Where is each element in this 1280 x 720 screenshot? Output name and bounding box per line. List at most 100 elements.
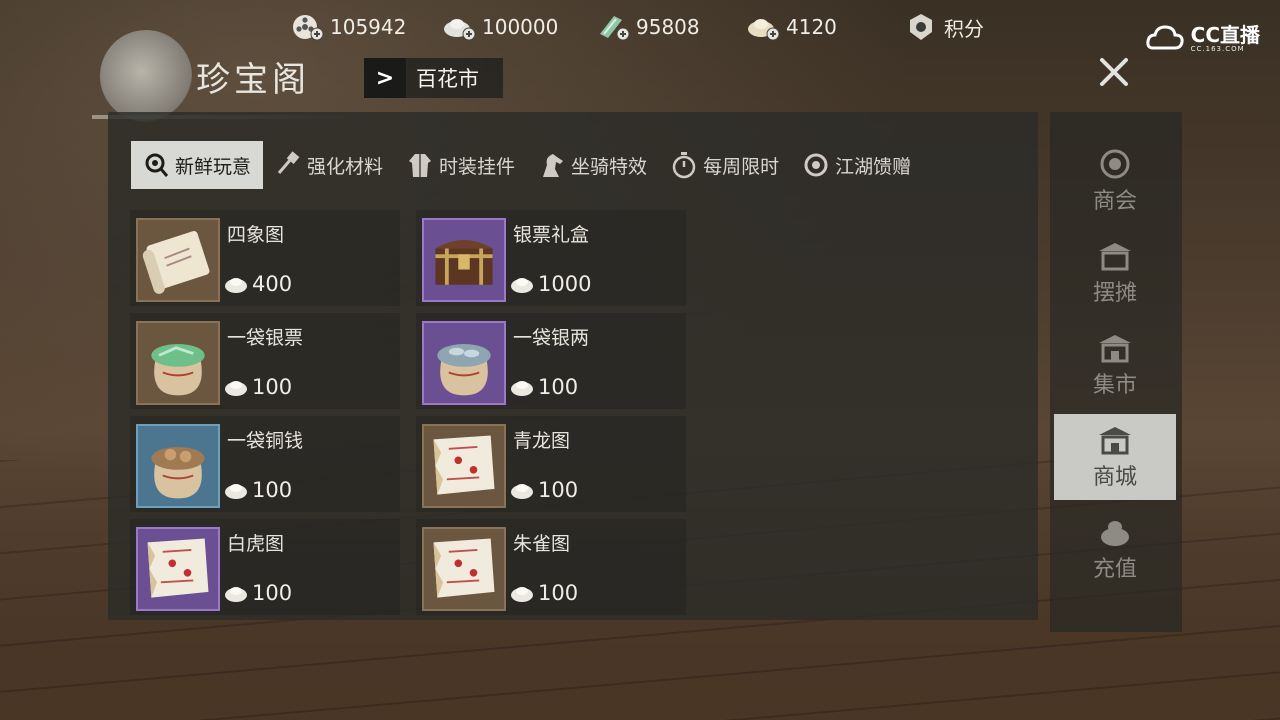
sidebar-item-label: 集市 — [1092, 373, 1137, 398]
silver-ingot-icon — [511, 278, 533, 293]
gold-ingot-icon — [748, 19, 780, 41]
tab-jianghu-gifts[interactable]: 江湖馈赠 — [791, 141, 923, 189]
points-label: 积分 — [944, 16, 984, 41]
silver-ingot-icon — [225, 484, 247, 499]
jade-icon — [600, 16, 630, 41]
sidebar-item-market[interactable]: 集市 — [1054, 322, 1176, 408]
map-icon — [136, 527, 220, 611]
item-name: 朱雀图 — [513, 533, 571, 555]
sack-silver-icon — [422, 321, 506, 405]
mall-icon — [1099, 427, 1131, 455]
price-value: 400 — [252, 272, 293, 296]
silver-ingot-icon — [225, 587, 247, 602]
tab-weekly-limited[interactable]: 每周限时 — [659, 141, 791, 189]
map-icon — [422, 424, 506, 508]
currency-film[interactable]: 105942 — [290, 12, 406, 42]
sidebar-item-label: 充值 — [1092, 557, 1137, 582]
item-price: 1000 — [510, 272, 591, 296]
item-name: 白虎图 — [227, 533, 285, 555]
price-value: 100 — [252, 375, 293, 399]
breadcrumb-label: 百花市 — [416, 67, 479, 91]
page-title: 珍宝阁 — [196, 60, 310, 100]
cloud-logo-icon — [1146, 25, 1184, 50]
sack-copper-icon — [136, 424, 220, 508]
stopwatch-icon — [672, 152, 696, 179]
tab-label: 江湖馈赠 — [835, 155, 912, 178]
currency-jade[interactable]: 95808 — [596, 12, 700, 42]
shop-item[interactable]: 一袋银票 100 — [130, 313, 400, 409]
shop-item[interactable]: 白虎图 100 — [130, 519, 400, 615]
silver-ingot-icon — [511, 381, 533, 396]
shop-item[interactable]: 青龙图 100 — [416, 416, 686, 512]
item-name: 四象图 — [227, 224, 285, 246]
sidebar-item-label: 商会 — [1092, 189, 1137, 214]
item-name: 一袋银两 — [513, 327, 590, 349]
shop-item[interactable]: 四象图 400 — [130, 210, 400, 306]
recharge-icon — [1101, 521, 1129, 546]
guild-icon — [1100, 149, 1130, 179]
tab-fresh-items[interactable]: 新鲜玩意 — [131, 141, 264, 189]
price-value: 100 — [538, 581, 579, 605]
price-value: 1000 — [538, 272, 592, 296]
currency-bar: 105942 100000 95808 4120 积分 — [280, 0, 1040, 52]
price-value: 100 — [538, 478, 579, 502]
silver-ingot-icon — [444, 19, 476, 41]
robe-icon — [409, 154, 432, 177]
currency-gold[interactable]: 4120 — [746, 12, 837, 42]
item-price: 100 — [224, 581, 292, 605]
item-name: 银票礼盒 — [513, 224, 590, 246]
scroll-icon — [136, 218, 220, 302]
tab-fashion-accessories[interactable]: 时装挂件 — [395, 141, 527, 189]
stall-icon — [1099, 243, 1131, 271]
tab-mount-effects[interactable]: 坐骑特效 — [527, 141, 659, 189]
shop-item[interactable]: 一袋银两 100 — [416, 313, 686, 409]
item-price: 100 — [224, 478, 292, 502]
ring-icon — [804, 153, 828, 177]
tab-label: 每周限时 — [703, 155, 780, 178]
sidebar-item-mall[interactable]: 商城 — [1054, 414, 1176, 500]
chest-icon — [422, 218, 506, 302]
sidebar-item-recharge[interactable]: 充值 — [1054, 506, 1176, 592]
chevron-right-icon: > — [364, 58, 406, 98]
logo-text: CC直播 — [1190, 23, 1260, 47]
currency-value: 4120 — [786, 15, 837, 39]
silver-ingot-icon — [511, 587, 533, 602]
moon-emblem — [100, 30, 192, 122]
magnifier-icon — [145, 153, 169, 177]
sidebar-item-stall[interactable]: 摆摊 — [1054, 230, 1176, 316]
shop-item[interactable]: 朱雀图 100 — [416, 519, 686, 615]
points-button[interactable]: 积分 — [904, 12, 984, 42]
points-badge-icon — [910, 14, 932, 40]
tab-label: 坐骑特效 — [571, 155, 648, 178]
film-reel-icon — [293, 15, 324, 41]
item-price: 100 — [224, 375, 292, 399]
item-price: 100 — [510, 478, 578, 502]
map-icon — [422, 527, 506, 611]
shop-item[interactable]: 银票礼盒 1000 — [416, 210, 686, 306]
logo-subtext: CC.163.COM — [1190, 45, 1245, 53]
price-value: 100 — [252, 581, 293, 605]
item-name: 一袋铜钱 — [227, 430, 304, 452]
sack-notes-icon — [136, 321, 220, 405]
breadcrumb[interactable]: > 百花市 — [364, 58, 503, 98]
tab-upgrade-materials[interactable]: 强化材料 — [263, 141, 395, 189]
tab-label: 时装挂件 — [439, 155, 516, 178]
price-value: 100 — [538, 375, 579, 399]
currency-value: 100000 — [482, 15, 559, 39]
item-name: 一袋银票 — [227, 327, 304, 349]
close-icon[interactable] — [1096, 54, 1132, 90]
currency-silver[interactable]: 100000 — [442, 12, 558, 42]
sidebar-item-guild[interactable]: 商会 — [1054, 138, 1176, 224]
item-price: 400 — [224, 272, 292, 296]
shop-item[interactable]: 一袋铜钱 100 — [130, 416, 400, 512]
item-price: 100 — [510, 375, 578, 399]
currency-value: 95808 — [636, 15, 700, 39]
tab-label: 新鲜玩意 — [175, 155, 252, 178]
cc-live-logo: CC直播 CC.163.COM — [1145, 22, 1260, 56]
silver-ingot-icon — [225, 381, 247, 396]
sidebar-item-label: 摆摊 — [1092, 281, 1137, 306]
silver-ingot-icon — [511, 484, 533, 499]
silver-ingot-icon — [225, 278, 247, 293]
sidebar-item-label: 商城 — [1092, 465, 1137, 490]
tab-label: 强化材料 — [307, 155, 384, 178]
